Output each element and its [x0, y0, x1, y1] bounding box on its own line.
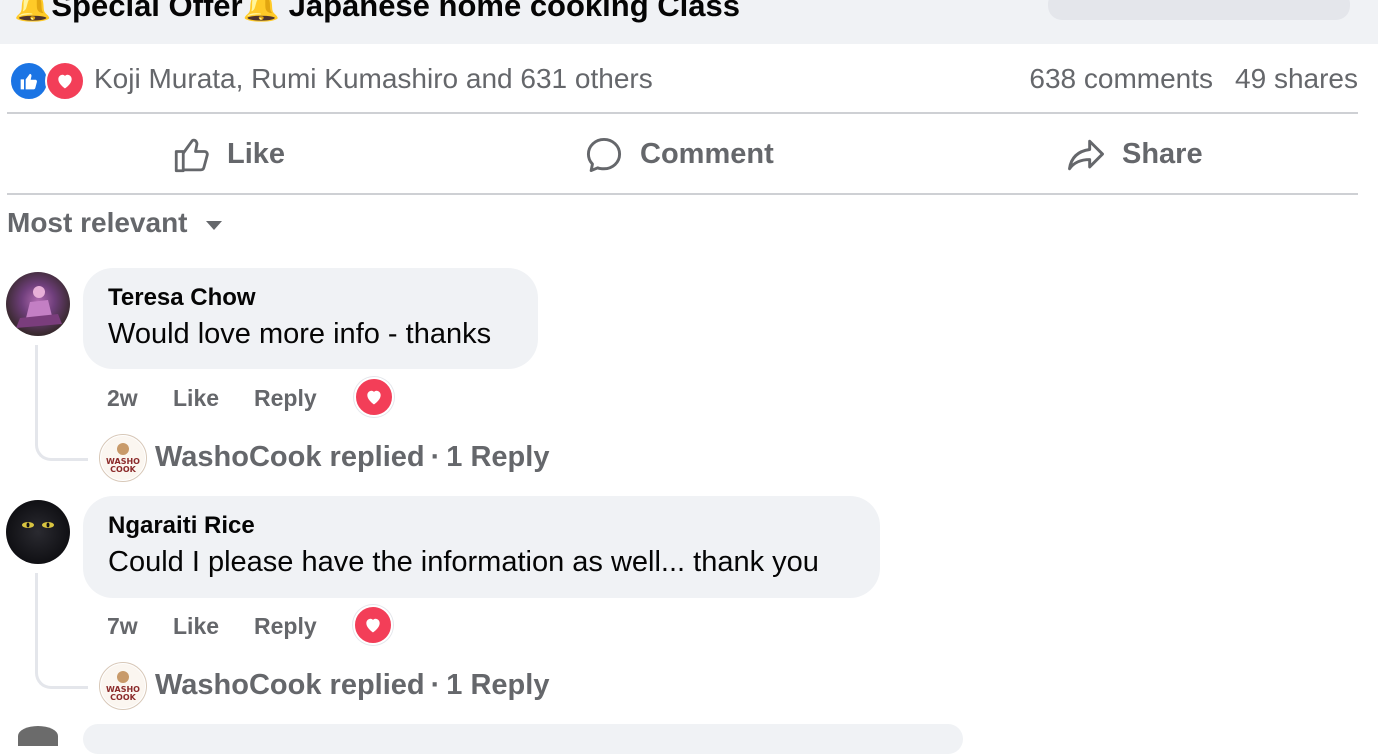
comment-author[interactable]: Teresa Chow [108, 284, 256, 312]
divider [7, 112, 1358, 114]
comment-bubble-icon [586, 137, 622, 172]
love-reaction-icon [45, 61, 85, 101]
engagement-counts: 638 comments 49 shares [1029, 63, 1358, 95]
comment-reply-button[interactable]: Reply [254, 613, 317, 640]
thread-connector [35, 573, 88, 689]
washocook-logo-image: WASHO COOK [101, 436, 145, 480]
comment-bubble: Ngaraiti Rice Could I please have the in… [83, 496, 880, 598]
reactors-link[interactable]: Koji Murata, Rumi Kumashiro and 631 othe… [94, 63, 653, 95]
love-reaction-icon[interactable] [353, 605, 393, 645]
comment-sort-dropdown[interactable]: Most relevant [7, 207, 222, 239]
post-title: 🔔Special Offer🔔 Japanese home cooking Cl… [14, 0, 740, 24]
comment-bubble [83, 724, 963, 754]
like-reaction-icon [9, 61, 49, 101]
comment-reply-button[interactable]: Reply [254, 385, 317, 412]
like-button[interactable]: Like [171, 115, 285, 194]
avatar-image [16, 286, 62, 328]
shares-count-link[interactable]: 49 shares [1235, 63, 1358, 94]
avatar[interactable] [6, 272, 70, 336]
comments-count-link[interactable]: 638 comments [1029, 63, 1213, 94]
post-header: 🔔Special Offer🔔 Japanese home cooking Cl… [0, 0, 1378, 44]
comment-timestamp[interactable]: 2w [107, 385, 138, 412]
header-pill[interactable] [1048, 0, 1350, 20]
comment-button[interactable]: Comment [582, 115, 774, 194]
comment-text: Could I please have the information as w… [108, 546, 819, 578]
reaction-icons[interactable] [9, 61, 85, 101]
thread-connector [35, 345, 88, 461]
svg-text:COOK: COOK [110, 465, 136, 474]
avatar-image [22, 522, 54, 528]
comment-like-button[interactable]: Like [173, 613, 219, 640]
svg-text:COOK: COOK [110, 693, 136, 702]
thumbs-up-icon [174, 138, 209, 172]
divider [7, 193, 1358, 195]
washocook-logo[interactable]: WASHO COOK [99, 434, 147, 482]
post-action-bar: Like Comment Share [7, 115, 1358, 194]
view-replies-link[interactable]: WashoCook replied · 1 Reply [155, 669, 549, 702]
bell-icon: 🔔 [14, 0, 52, 23]
comment-text: Would love more info - thanks [108, 318, 492, 350]
avatar[interactable] [6, 500, 70, 564]
share-arrow-icon [1068, 139, 1104, 170]
comment-bubble: Teresa Chow Would love more info - thank… [83, 268, 538, 369]
reactions-summary: Koji Murata, Rumi Kumashiro and 631 othe… [0, 50, 1378, 110]
caret-down-icon [205, 220, 222, 230]
comment-timestamp[interactable]: 7w [107, 613, 138, 640]
washocook-logo[interactable]: WASHO COOK [99, 662, 147, 710]
share-button[interactable]: Share [1064, 115, 1203, 194]
comment-like-button[interactable]: Like [173, 385, 219, 412]
comment-author[interactable]: Ngaraiti Rice [108, 512, 255, 540]
love-reaction-icon[interactable] [354, 377, 394, 417]
avatar[interactable] [18, 726, 58, 746]
bell-icon: 🔔 [242, 0, 280, 23]
view-replies-link[interactable]: WashoCook replied · 1 Reply [155, 441, 549, 474]
washocook-logo-image: WASHO COOK [101, 664, 145, 708]
